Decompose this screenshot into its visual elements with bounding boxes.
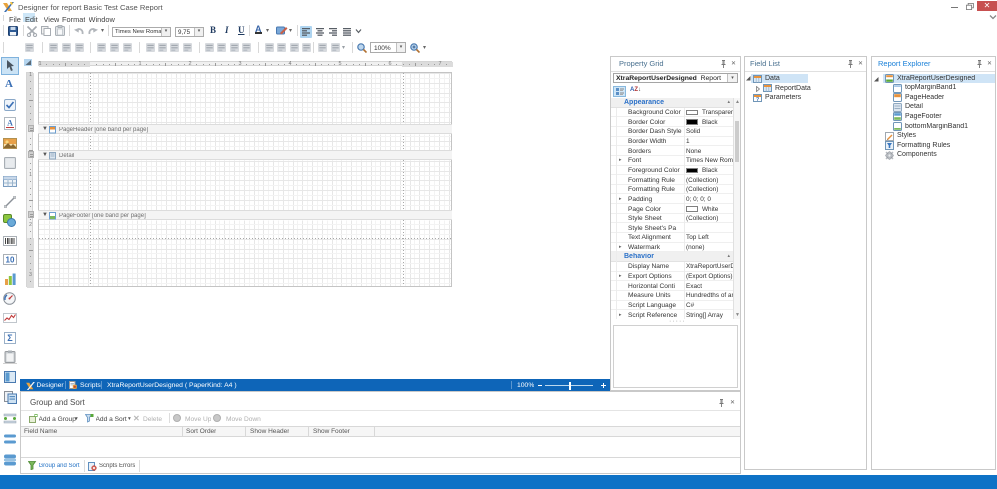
svg-text:10: 10: [6, 256, 15, 265]
svg-text:A: A: [7, 119, 13, 128]
svg-text:Σ: Σ: [7, 333, 13, 343]
